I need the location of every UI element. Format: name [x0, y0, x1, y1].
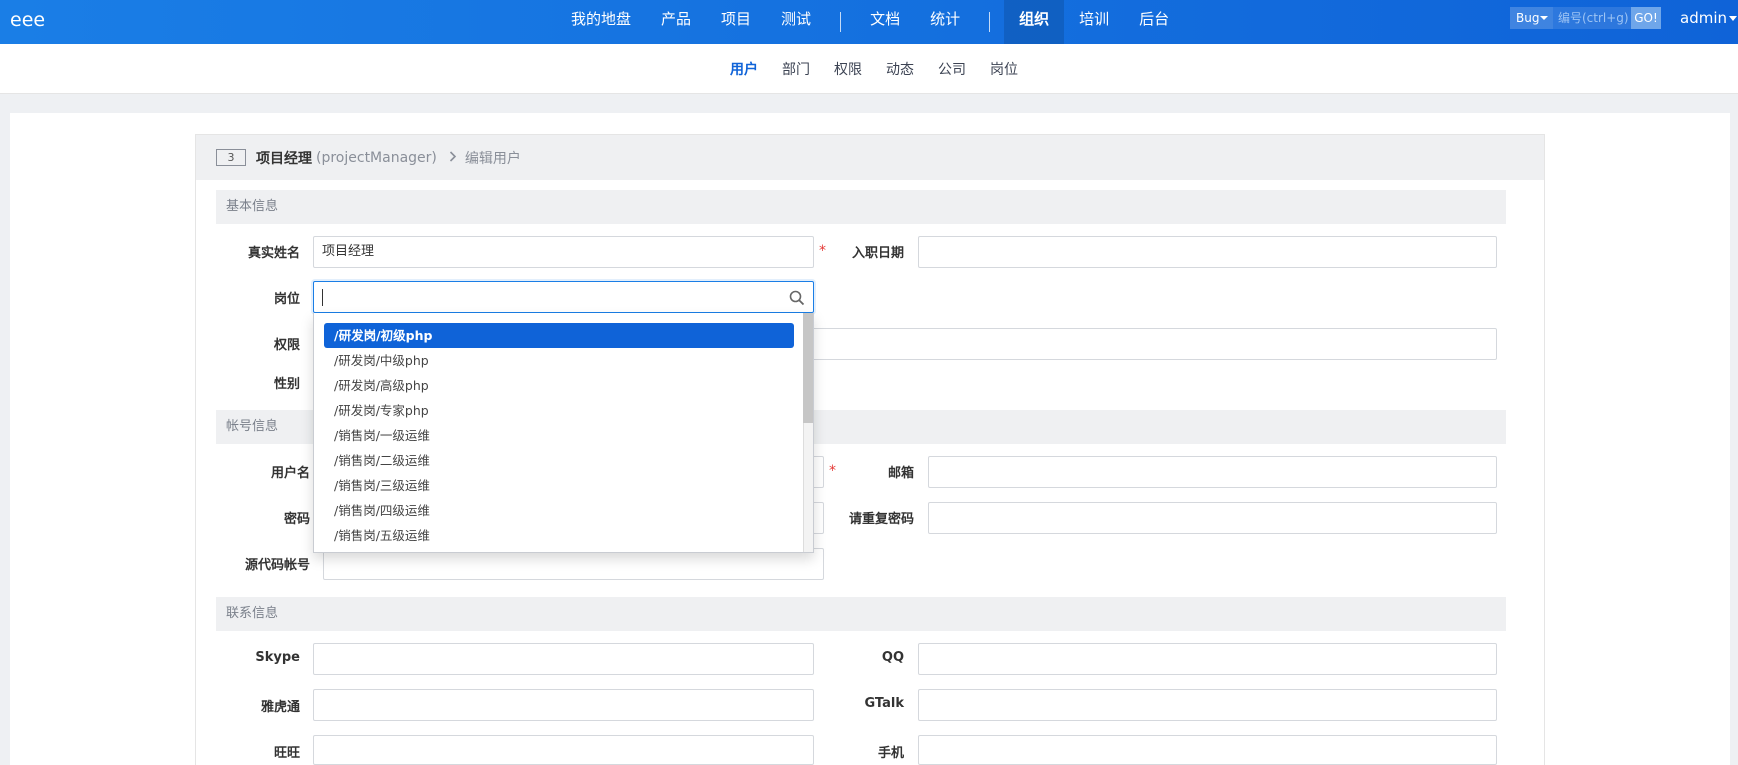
search-input[interactable]: 编号(ctrl+g): [1553, 7, 1631, 29]
skype-input[interactable]: [313, 643, 814, 675]
breadcrumb: 项目经理 (projectManager) 编辑用户: [256, 148, 521, 168]
caret-down-icon: [1729, 16, 1737, 21]
chevron-right-icon: [449, 150, 457, 166]
position-option[interactable]: /研发岗/专家php: [324, 398, 794, 423]
sub-navbar: 用户 部门 权限 动态 公司 岗位: [0, 44, 1738, 94]
nav-divider: [840, 12, 842, 32]
position-search-input[interactable]: [313, 281, 814, 313]
user-name: admin: [1680, 9, 1727, 27]
label-email: 邮箱: [887, 466, 914, 481]
section-contact: 联系信息: [216, 597, 1506, 631]
realname-input[interactable]: 项目经理: [313, 236, 814, 268]
label-permission: 权限: [273, 338, 300, 353]
subnav-position[interactable]: 岗位: [978, 59, 1030, 79]
nav-my[interactable]: 我的地盘: [556, 0, 646, 44]
mobile-input[interactable]: [918, 735, 1497, 765]
position-option[interactable]: /研发岗/高级php: [324, 373, 794, 398]
caret-down-icon: [1540, 16, 1548, 20]
nav-divider: [989, 12, 991, 32]
subnav-company[interactable]: 公司: [926, 59, 978, 79]
subnav-dept[interactable]: 部门: [770, 59, 822, 79]
user-realname: 项目经理: [256, 151, 312, 167]
repeat-password-input[interactable]: [928, 502, 1497, 534]
position-option[interactable]: /销售岗/一级运维: [324, 423, 794, 448]
label-position: 岗位: [273, 292, 300, 307]
dropdown-scrollbar[interactable]: [803, 313, 813, 552]
position-option[interactable]: /销售岗/四级运维: [324, 498, 794, 523]
subnav-dynamic[interactable]: 动态: [874, 59, 926, 79]
label-password: 密码: [283, 512, 310, 527]
label-wangwang: 旺旺: [273, 746, 300, 761]
nav-qa[interactable]: 测试: [766, 0, 826, 44]
nav-report[interactable]: 统计: [915, 0, 975, 44]
position-option[interactable]: /研发岗/中级php: [324, 348, 794, 373]
nav-training[interactable]: 培训: [1064, 0, 1124, 44]
position-option[interactable]: /销售岗/二级运维: [324, 448, 794, 473]
search-go-button[interactable]: GO!: [1631, 7, 1661, 29]
join-date-input[interactable]: [918, 236, 1497, 268]
section-basic: 基本信息: [216, 190, 1506, 224]
subnav-group[interactable]: 权限: [822, 59, 874, 79]
scrollbar-thumb[interactable]: [803, 313, 813, 423]
subnav-user[interactable]: 用户: [718, 59, 770, 79]
wangwang-input[interactable]: [313, 735, 814, 765]
nav-admin[interactable]: 后台: [1124, 0, 1184, 44]
search-icon: [789, 290, 805, 310]
nav-company[interactable]: 组织: [1004, 0, 1065, 44]
position-option[interactable]: /研发岗/初级php: [324, 323, 794, 348]
quick-search: Bug 编号(ctrl+g) GO!: [1510, 7, 1661, 29]
label-qq: QQ: [881, 650, 904, 665]
label-gender: 性别: [273, 377, 300, 392]
gtalk-input[interactable]: [918, 689, 1497, 721]
main-nav: 我的地盘 产品 项目 测试 文档 统计 组织 培训 后台: [556, 0, 1184, 44]
label-mobile: 手机: [877, 746, 904, 761]
position-option[interactable]: /销售岗/五级运维: [324, 523, 794, 548]
label-skype: Skype: [255, 650, 300, 665]
nav-project[interactable]: 项目: [706, 0, 766, 44]
email-input[interactable]: [928, 456, 1497, 488]
label-commiter: 源代码帐号: [244, 558, 310, 573]
nav-doc[interactable]: 文档: [855, 0, 915, 44]
label-repeat-password: 请重复密码: [848, 512, 914, 527]
user-menu[interactable]: admin: [1680, 9, 1737, 27]
top-navbar: eee 我的地盘 产品 项目 测试 文档 统计 组织 培训 后台 Bug 编号(…: [0, 0, 1738, 44]
user-id-badge: 3: [216, 149, 246, 166]
label-username: 用户名: [270, 466, 310, 481]
label-yahoo: 雅虎通: [260, 700, 300, 715]
position-options-list: /研发岗/初级php /研发岗/中级php /研发岗/高级php /研发岗/专家…: [313, 313, 814, 553]
form-header: 3 项目经理 (projectManager) 编辑用户: [196, 135, 1544, 180]
page-action: 编辑用户: [464, 151, 521, 167]
label-gtalk: GTalk: [864, 696, 904, 711]
brand-logo[interactable]: eee: [10, 9, 45, 31]
user-account: (projectManager): [316, 150, 437, 166]
search-type-label: Bug: [1516, 11, 1540, 25]
search-type-select[interactable]: Bug: [1510, 7, 1553, 29]
label-join-date: 入职日期: [851, 246, 904, 261]
label-realname: 真实姓名: [247, 246, 300, 261]
nav-product[interactable]: 产品: [646, 0, 706, 44]
yahoo-input[interactable]: [313, 689, 814, 721]
position-option[interactable]: /销售岗/三级运维: [324, 473, 794, 498]
qq-input[interactable]: [918, 643, 1497, 675]
text-cursor: [322, 289, 323, 306]
